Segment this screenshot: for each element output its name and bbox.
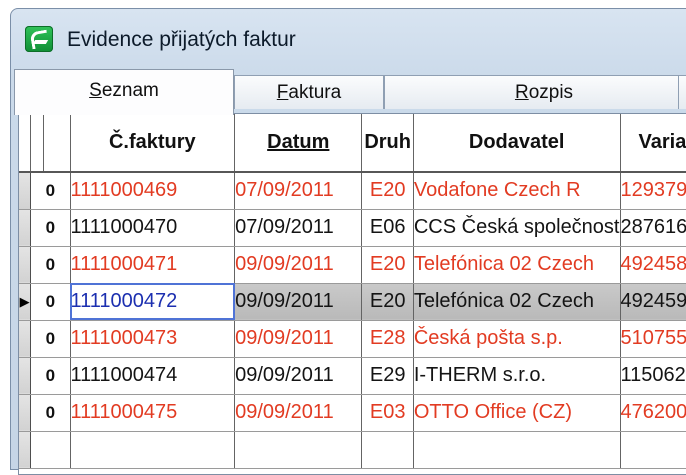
cell-datum[interactable]: 09/09/2011 <box>234 320 363 358</box>
table-row[interactable]: 0 1111000469 07/09/2011 E20 Vodafone Czech R… <box>19 172 686 210</box>
row-selector[interactable] <box>19 394 32 432</box>
table-row[interactable]: 0 1111000473 09/09/2011 E28 Česká pošta s.p.… <box>19 320 686 358</box>
row-selector[interactable] <box>19 357 32 395</box>
cell-variabilni[interactable]: 2876160 <box>620 209 686 247</box>
cell-variabilni[interactable]: 4924580 <box>620 246 686 284</box>
tab-faktura-accesskey: F <box>276 81 289 103</box>
table-row[interactable]: 0 1111000471 09/09/2011 E20 Telefónica 02 Cz… <box>19 246 686 284</box>
row-selector[interactable] <box>19 209 32 247</box>
tab-seznam-label: eznam <box>101 80 159 101</box>
column-header-druh[interactable]: Druh <box>361 114 414 173</box>
attachment-icon[interactable]: 0 <box>30 357 71 395</box>
cell-datum[interactable]: 09/09/2011 <box>234 357 363 395</box>
cell-dodavatel[interactable]: Telefónica 02 Czech <box>413 246 621 284</box>
row-selector[interactable] <box>19 246 32 284</box>
cell-druh[interactable]: E29 <box>361 357 414 395</box>
cell-variabilni[interactable]: 1293790 <box>620 172 686 210</box>
cell-druh[interactable]: E03 <box>361 394 414 432</box>
cell-datum[interactable]: 07/09/2011 <box>234 209 363 247</box>
tab-rozpis[interactable]: Rozpis <box>384 75 686 109</box>
attachment-icon[interactable]: 0 <box>30 320 71 358</box>
tab-seznam[interactable]: Seznam <box>14 69 234 115</box>
row-selector-header <box>19 114 32 173</box>
attachment-icon[interactable]: 0 <box>30 246 71 284</box>
row-selector[interactable]: ▶ <box>19 283 32 321</box>
column-header-variabilni[interactable]: Variab <box>620 114 686 173</box>
spacer-header <box>43 114 71 173</box>
cell-datum[interactable]: 07/09/2011 <box>234 172 363 210</box>
attachment-icon[interactable]: 0 <box>30 172 71 210</box>
cell-dodavatel[interactable]: I-THERM s.r.o. <box>413 357 621 395</box>
cell-variabilni[interactable]: 1150620 <box>620 357 686 395</box>
grid-header-row: Č.faktury Datum Druh Dodavatel Variab <box>19 114 686 173</box>
tab-rozpis-accesskey: R <box>514 81 529 103</box>
cell-dodavatel[interactable]: Česká pošta s.p. <box>413 320 621 358</box>
cell-cislo[interactable]: 1111000475 <box>70 394 236 432</box>
cell-druh[interactable]: E28 <box>361 320 414 358</box>
title-bar: Evidence přijatých faktur <box>11 9 686 61</box>
attachment-icon[interactable]: 0 <box>30 209 71 247</box>
column-header-cislo[interactable]: Č.faktury <box>70 114 236 173</box>
row-selector[interactable] <box>19 172 32 210</box>
row-selector[interactable] <box>19 320 32 358</box>
table-row[interactable]: ▶ 0 1111000472 09/09/2011 E20 Telefónica 02 C… <box>19 283 686 321</box>
tab-seznam-accesskey: S <box>89 80 102 101</box>
tab-faktura[interactable]: Faktura <box>234 75 384 109</box>
cell-cislo[interactable]: 1111000471 <box>70 246 236 284</box>
column-header-datum[interactable]: Datum <box>234 114 363 173</box>
cell-variabilni[interactable]: 4924590 <box>620 283 686 321</box>
table-row[interactable]: 0 1111000474 09/09/2011 E29 I-THERM s.r.o. 11… <box>19 357 686 395</box>
invoice-grid: Č.faktury Datum Druh Dodavatel Variab 01… <box>18 113 686 475</box>
cell-dodavatel[interactable]: CCS Česká společnost <box>413 209 621 247</box>
cell-datum[interactable]: 09/09/2011 <box>234 283 363 321</box>
cell-variabilni[interactable]: 4762000 <box>620 394 686 432</box>
cell-druh[interactable]: E06 <box>361 209 414 247</box>
attachment-icon[interactable]: 0 <box>30 283 71 321</box>
tab-next[interactable] <box>678 75 686 109</box>
cell-cislo[interactable]: 1111000473 <box>70 320 236 358</box>
table-row[interactable]: 0 1111000475 09/09/2011 E03 OTTO Office (CZ)… <box>19 394 686 432</box>
attachment-header <box>30 114 44 173</box>
cell-cislo[interactable]: 1111000472 <box>70 283 236 321</box>
cell-dodavatel[interactable]: Vodafone Czech R <box>413 172 621 210</box>
cell-druh[interactable]: E20 <box>361 172 414 210</box>
cell-datum[interactable]: 09/09/2011 <box>234 246 363 284</box>
cell-cislo[interactable]: 1111000470 <box>70 209 236 247</box>
invoice-table: Č.faktury Datum Druh Dodavatel Variab 01… <box>19 114 686 469</box>
column-header-dodavatel[interactable]: Dodavatel <box>413 114 621 173</box>
table-row[interactable]: 0 1111000470 07/09/2011 E06 CCS Česká společ… <box>19 209 686 247</box>
tab-rozpis-label: ozpis <box>528 81 574 103</box>
window-title: Evidence přijatých faktur <box>67 28 296 51</box>
tab-faktura-label: aktura <box>288 81 342 103</box>
cell-druh[interactable]: E20 <box>361 246 414 284</box>
cell-dodavatel[interactable]: Telefónica 02 Czech <box>413 283 621 321</box>
cell-variabilni[interactable]: 5107550 <box>620 320 686 358</box>
attachment-icon[interactable]: 0 <box>30 394 71 432</box>
cell-datum[interactable]: 09/09/2011 <box>234 394 363 432</box>
cell-druh[interactable]: E20 <box>361 283 414 321</box>
tab-bar: Seznam Faktura Rozpis <box>14 69 686 115</box>
app-logo-icon <box>25 26 53 52</box>
cell-dodavatel[interactable]: OTTO Office (CZ) <box>413 394 621 432</box>
cell-cislo[interactable]: 1111000474 <box>70 357 236 395</box>
cell-cislo[interactable]: 1111000469 <box>70 172 236 210</box>
